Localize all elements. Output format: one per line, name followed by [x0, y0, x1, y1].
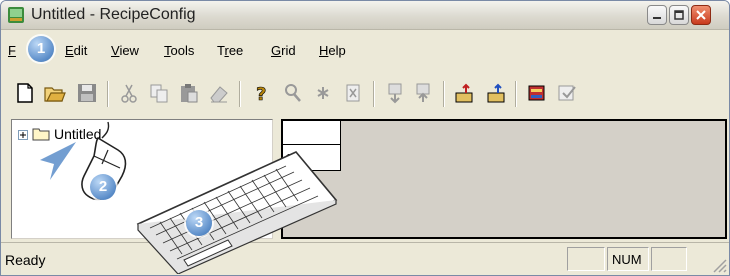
title-bar[interactable]: Untitled - RecipeConfig — [1, 1, 729, 30]
menu-edit-key: E — [65, 43, 74, 58]
toolbar-separator — [239, 81, 241, 107]
copy-icon — [150, 84, 168, 103]
cut-icon — [121, 84, 137, 103]
status-bar: Ready NUM — [1, 242, 729, 275]
export-alt-icon — [487, 83, 505, 103]
send-up-button[interactable] — [411, 81, 435, 105]
new-icon — [17, 83, 33, 103]
menu-view[interactable]: View — [111, 43, 139, 58]
check-icon — [558, 85, 576, 101]
menu-help[interactable]: Help — [319, 43, 346, 58]
menu-grid[interactable]: Grid — [271, 43, 296, 58]
book-button[interactable] — [525, 81, 549, 105]
send-down-button[interactable] — [383, 81, 407, 105]
toolbar-separator — [107, 81, 109, 107]
app-icon — [8, 7, 24, 23]
minimize-icon — [653, 17, 661, 19]
maximize-button[interactable] — [669, 5, 689, 25]
menu-grid-label: rid — [281, 43, 296, 58]
status-panel-num: NUM — [607, 247, 649, 271]
resize-grip-icon[interactable] — [711, 257, 727, 273]
grid-view[interactable]: 1 — [281, 119, 727, 239]
keyboard-icon — [136, 151, 338, 274]
close-button[interactable] — [691, 5, 711, 25]
menu-tools[interactable]: Tools — [164, 43, 194, 58]
toolbar-separator — [443, 81, 445, 107]
close-icon — [696, 10, 706, 20]
callout-badge-2: 2 — [90, 174, 116, 200]
menu-help-key: H — [319, 43, 329, 58]
expand-icon[interactable] — [18, 130, 28, 140]
new-button[interactable] — [13, 81, 37, 105]
save-button[interactable] — [75, 81, 99, 105]
status-panel-scroll — [651, 247, 687, 271]
asterisk-icon — [317, 87, 329, 99]
check-button[interactable] — [555, 81, 579, 105]
status-text: Ready — [5, 252, 46, 268]
menu-edit-label: dit — [73, 43, 88, 58]
eraser-icon — [210, 86, 228, 103]
menu-grid-key: G — [271, 43, 282, 58]
callout-badge-1: 1 — [28, 36, 54, 62]
svg-text:?: ? — [256, 84, 266, 105]
minimize-button[interactable] — [647, 5, 667, 25]
help-icon: ? — [256, 84, 267, 106]
save-icon — [78, 84, 96, 102]
book-icon — [528, 85, 545, 101]
cut-button[interactable] — [117, 81, 141, 105]
grid-corner-cell[interactable] — [283, 121, 341, 145]
callout-badge-3: 3 — [186, 210, 212, 236]
paste-button[interactable] — [177, 81, 201, 105]
menu-bar: F Edit View Tools Tree Grid Help — [1, 37, 729, 61]
mouse-icon — [40, 121, 127, 201]
maximize-icon — [674, 10, 684, 20]
copy-button[interactable] — [147, 81, 171, 105]
find-icon — [285, 84, 301, 102]
find-button[interactable] — [281, 81, 305, 105]
toolbar: ? — [1, 75, 729, 109]
paste-icon — [181, 84, 198, 103]
menu-view-label: iew — [119, 43, 139, 58]
export-icon — [455, 83, 473, 103]
open-icon — [44, 87, 66, 102]
menu-file-label: F — [8, 43, 16, 58]
menu-help-label: elp — [328, 43, 346, 58]
menu-tree[interactable]: Tree — [217, 43, 243, 58]
help-button[interactable]: ? — [249, 81, 273, 106]
send-down-icon — [388, 83, 402, 104]
status-panel-caps — [567, 247, 605, 271]
export-alt-button[interactable] — [485, 81, 509, 105]
menu-edit[interactable]: Edit — [65, 43, 87, 58]
delete-button[interactable] — [341, 81, 365, 105]
toolbar-separator — [373, 81, 375, 107]
delete-icon — [346, 84, 360, 102]
num-indicator: NUM — [612, 252, 642, 267]
menu-file[interactable]: F — [8, 43, 16, 58]
menu-tools-label: ools — [170, 43, 195, 58]
send-up-icon — [416, 83, 430, 102]
open-button[interactable] — [43, 81, 67, 105]
window-title: Untitled - RecipeConfig — [31, 6, 196, 23]
menu-tree-label: ee — [228, 43, 244, 58]
export-button[interactable] — [453, 81, 477, 105]
toolbar-separator — [515, 81, 517, 107]
eraser-button[interactable] — [207, 81, 231, 105]
asterisk-button[interactable] — [311, 81, 335, 105]
